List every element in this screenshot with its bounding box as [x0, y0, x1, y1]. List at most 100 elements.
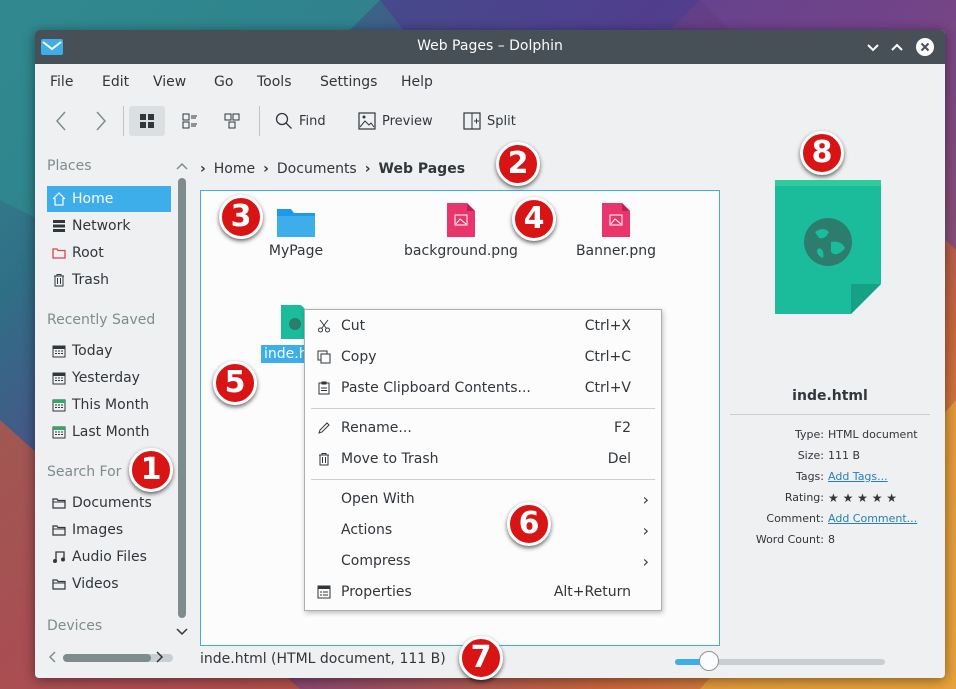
shortcut-text: F2 [614, 420, 631, 436]
scissors-icon [315, 319, 333, 333]
compact-view-button[interactable] [175, 106, 205, 136]
info-value: 111 B [828, 449, 861, 462]
menu-item-open-with[interactable]: Open With › [305, 485, 661, 513]
sidebar-item-today[interactable]: Today [47, 338, 171, 364]
image-file-icon [447, 203, 475, 237]
chevron-right-icon [96, 111, 107, 131]
sidebar-item-trash[interactable]: Trash [47, 267, 171, 293]
shortcut-text: Ctrl+V [584, 380, 631, 396]
folder-red-icon [50, 246, 68, 260]
details-view-button[interactable] [217, 106, 247, 136]
music-icon [50, 550, 68, 564]
sidebar-item-root[interactable]: Root [47, 240, 171, 266]
breadcrumb-web-pages[interactable]: Web Pages [379, 161, 466, 177]
info-row-tags: Tags: Add Tags... [730, 470, 940, 488]
sidebar-item-home[interactable]: Home [47, 186, 171, 212]
sidebar-item-last-month[interactable]: Last Month [47, 419, 171, 445]
menu-item-paste[interactable]: Paste Clipboard Contents... Ctrl+V [305, 374, 661, 402]
menu-go[interactable]: Go [214, 74, 233, 90]
sidebar-item-label: Audio Files [72, 549, 147, 565]
menu-item-move-to-trash[interactable]: Move to Trash Del [305, 445, 661, 473]
menu-help[interactable]: Help [401, 74, 433, 90]
menu-item-actions[interactable]: Actions › [305, 516, 661, 544]
calendar-icon [50, 398, 68, 412]
menu-item-rename[interactable]: Rename... F2 [305, 414, 661, 442]
zoom-slider-handle[interactable] [698, 651, 719, 671]
sidebar-item-yesterday[interactable]: Yesterday [47, 365, 171, 391]
breadcrumb-separator-icon[interactable]: › [365, 161, 371, 177]
trash-icon [50, 273, 68, 287]
sidebar-item-images[interactable]: Images [47, 517, 171, 543]
sidebar-item-documents[interactable]: Documents [47, 490, 171, 516]
scroll-right-icon[interactable] [155, 650, 165, 668]
devices-header: Devices [47, 618, 103, 634]
info-key: Rating: [784, 491, 824, 504]
information-panel: inde.html Type: HTML document Size: 111 … [730, 152, 940, 652]
menu-settings[interactable]: Settings [320, 74, 377, 90]
callout-badge: 5 [213, 361, 257, 405]
menu-item-compress[interactable]: Compress › [305, 547, 661, 575]
sidebar-item-this-month[interactable]: This Month [47, 392, 171, 418]
menu-item-copy[interactable]: Copy Ctrl+C [305, 343, 661, 371]
scroll-down-icon[interactable] [176, 626, 188, 641]
preview-button[interactable]: Preview [358, 106, 433, 136]
split-button[interactable]: Split [463, 106, 516, 136]
chevron-left-icon [55, 111, 66, 131]
menu-item-cut[interactable]: Cut Ctrl+X [305, 312, 661, 340]
add-comment-link[interactable]: Add Comment... [828, 512, 917, 525]
file-item-mypage[interactable]: MyPage [261, 205, 331, 259]
sidebar-scrollbar-thumb[interactable] [178, 178, 186, 618]
chevron-right-icon: › [642, 520, 649, 540]
sidebar-item-network[interactable]: Network [47, 213, 171, 239]
compact-view-icon [182, 113, 197, 129]
sidebar-item-videos[interactable]: Videos [47, 571, 171, 597]
add-tags-link[interactable]: Add Tags... [828, 470, 888, 483]
breadcrumb-separator-icon[interactable]: › [263, 161, 269, 177]
file-name: MyPage [268, 243, 324, 259]
info-key: Type: [795, 428, 824, 441]
breadcrumb-root-arrow-icon[interactable]: › [200, 161, 206, 177]
network-icon [50, 219, 68, 233]
menu-file[interactable]: File [50, 74, 73, 90]
info-key: Word Count: [755, 533, 824, 546]
file-item-banner-png[interactable]: Banner.png [561, 203, 671, 259]
forward-button[interactable] [93, 106, 109, 136]
close-icon[interactable] [915, 37, 935, 57]
sidebar-hscrollbar-thumb[interactable] [63, 654, 151, 662]
menu-item-properties[interactable]: Properties Alt+Return [305, 578, 661, 606]
scroll-left-icon[interactable] [47, 650, 57, 668]
menu-item-label: Properties [341, 584, 412, 600]
icons-view-button[interactable] [129, 106, 165, 136]
callout-badge: 6 [507, 502, 551, 546]
folder-icon [50, 496, 68, 510]
minimize-icon[interactable] [863, 37, 883, 57]
info-key: Tags: [795, 470, 824, 483]
menu-view[interactable]: View [153, 74, 186, 90]
menu-edit[interactable]: Edit [102, 74, 129, 90]
search-for-header: Search For [47, 464, 122, 480]
maximize-icon[interactable] [887, 37, 907, 57]
calendar-icon [50, 371, 68, 385]
file-item-background-png[interactable]: background.png [396, 203, 526, 259]
home-icon [50, 192, 68, 206]
find-button[interactable]: Find [275, 106, 326, 136]
menu-tools[interactable]: Tools [257, 74, 292, 90]
preview-label: Preview [382, 113, 433, 129]
breadcrumb-documents[interactable]: Documents [277, 161, 357, 177]
menu-item-label: Cut [341, 318, 366, 334]
sidebar-item-audio-files[interactable]: Audio Files [47, 544, 171, 570]
scroll-up-icon[interactable] [176, 160, 188, 175]
title-bar[interactable]: Web Pages – Dolphin [35, 30, 945, 64]
back-button[interactable] [53, 106, 69, 136]
chevron-right-icon: › [642, 551, 649, 571]
file-name: background.png [404, 243, 518, 259]
info-divider [730, 414, 930, 415]
html-file-preview-icon [775, 180, 881, 314]
menu-item-label: Open With [341, 491, 415, 507]
info-row-rating: Rating: ★ ★ ★ ★ ★ [730, 491, 940, 509]
status-text: inde.html (HTML document, 111 B) [200, 651, 446, 667]
pencil-icon [315, 421, 333, 435]
rating-stars[interactable]: ★ ★ ★ ★ ★ [828, 491, 897, 505]
breadcrumb-home[interactable]: Home [214, 161, 255, 177]
calendar-icon [50, 425, 68, 439]
